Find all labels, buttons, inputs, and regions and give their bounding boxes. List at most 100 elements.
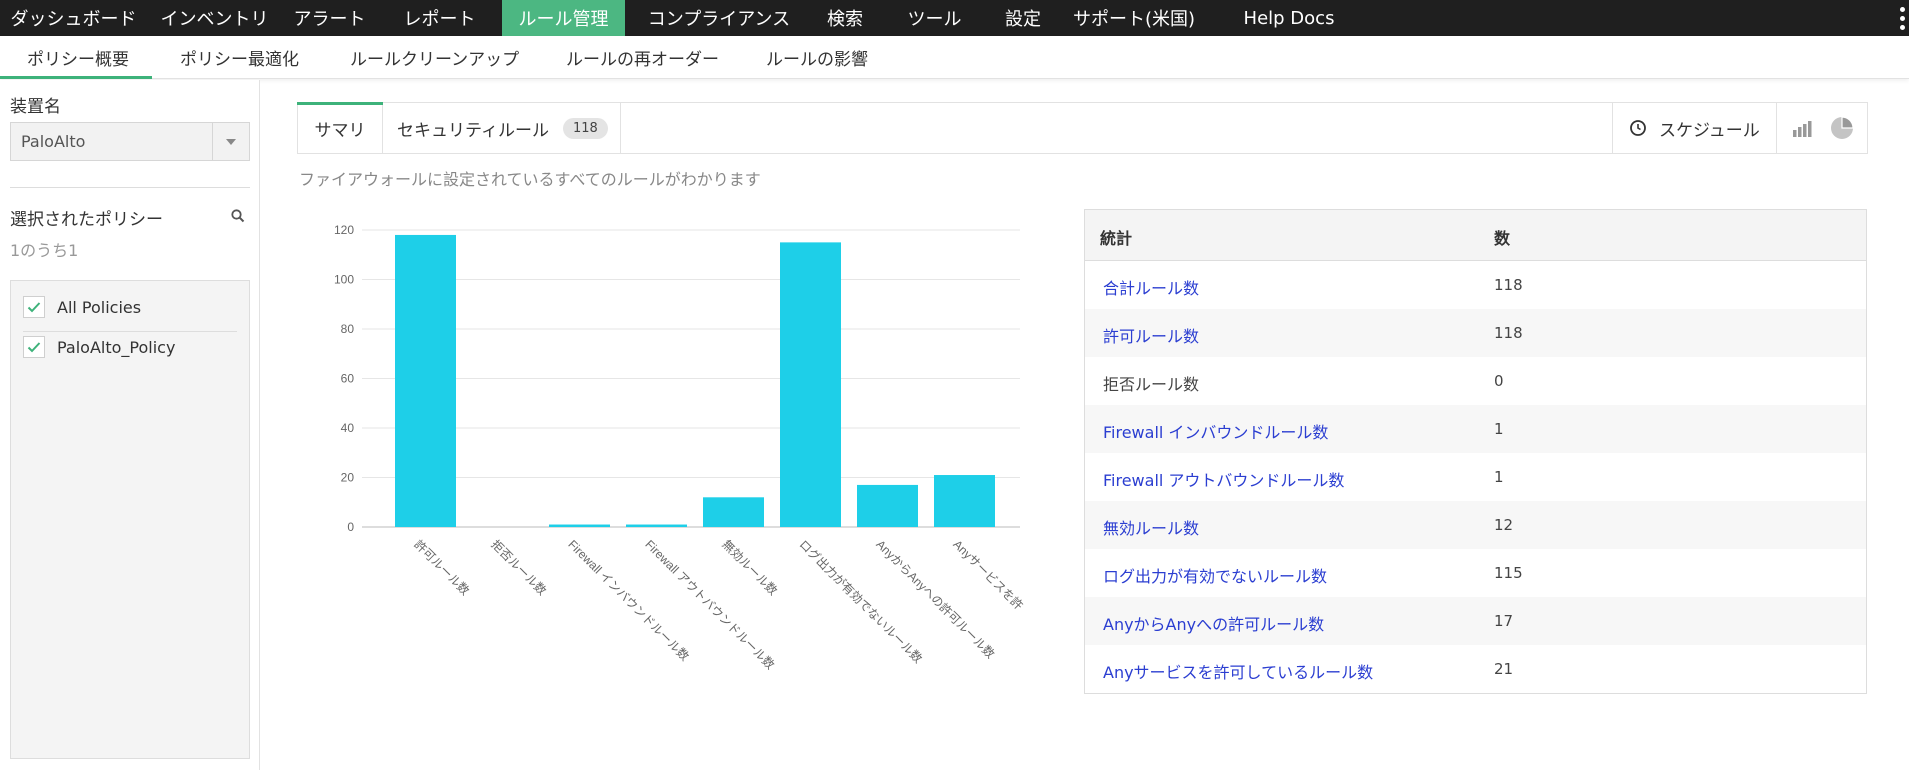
table-row: 無効ルール数 12 <box>1085 501 1866 549</box>
tab-summary[interactable]: サマリ <box>297 102 383 153</box>
policy-list: All Policies PaloAlto_Policy <box>10 280 250 759</box>
nav-inventory[interactable]: インベントリ <box>147 0 282 36</box>
x-tick-label: Firewall インバウンドルール数 <box>565 537 692 664</box>
subnav-rule-cleanup[interactable]: ルールクリーンアップ <box>350 36 519 79</box>
tab-security-rules[interactable]: セキュリティルール 118 <box>383 103 621 153</box>
nav-search[interactable]: 検索 <box>813 0 877 36</box>
y-tick-label: 20 <box>341 471 355 485</box>
table-row: ログ出力が有効でないルール数 115 <box>1085 549 1866 597</box>
subnav-rule-impact[interactable]: ルールの影響 <box>766 36 868 79</box>
bar <box>934 475 995 527</box>
policy-separator <box>23 331 237 332</box>
nav-alerts[interactable]: アラート <box>282 0 377 36</box>
subnav-policy-optimization[interactable]: ポリシー最適化 <box>180 36 299 79</box>
stat-link[interactable]: 許可ルール数 <box>1103 323 1199 347</box>
nav-settings[interactable]: 設定 <box>992 0 1054 36</box>
policy-item-all[interactable]: All Policies <box>23 295 141 319</box>
tab-security-rules-label: セキュリティルール <box>397 120 549 141</box>
x-tick-label: ログ出力が有効でないルール数 <box>796 537 925 666</box>
checkmark-icon <box>27 342 41 353</box>
stat-name: 拒否ルール数 <box>1103 375 1200 394</box>
nav-dashboard[interactable]: ダッシュボード <box>0 0 147 36</box>
bar <box>395 234 456 527</box>
table-row: 拒否ルール数 0 <box>1085 357 1866 405</box>
bar <box>549 524 610 527</box>
stat-link[interactable]: AnyからAnyへの許可ルール数 <box>1103 611 1324 635</box>
x-tick-label: 拒否ルール数 <box>488 537 550 599</box>
schedule-button[interactable]: スケジュール <box>1612 103 1776 153</box>
y-tick-label: 80 <box>341 322 355 336</box>
stat-link[interactable]: Anyサービスを許可しているルール数 <box>1103 659 1373 683</box>
sub-navigation: ポリシー概要 ポリシー最適化 ルールクリーンアップ ルールの再オーダー ルールの… <box>0 36 1909 79</box>
stat-value: 1 <box>1494 468 1504 486</box>
policy-item-label: All Policies <box>57 297 142 317</box>
pie-chart-icon[interactable] <box>1830 116 1854 140</box>
stat-link[interactable]: ログ出力が有効でないルール数 <box>1103 563 1327 587</box>
sidebar-divider <box>10 187 250 188</box>
y-tick-label: 0 <box>347 520 354 534</box>
x-tick-label: 許可ルール数 <box>411 537 473 599</box>
content-tabs: サマリ セキュリティルール 118 スケジュール <box>297 102 1868 154</box>
nav-reports[interactable]: レポート <box>377 0 502 36</box>
stat-value: 118 <box>1494 276 1523 294</box>
nav-tools[interactable]: ツール <box>877 0 992 36</box>
bar-chart-icon[interactable] <box>1792 119 1816 137</box>
checkbox[interactable] <box>23 296 45 318</box>
stat-link[interactable]: 無効ルール数 <box>1103 515 1199 539</box>
table-row: Firewall アウトバウンドルール数 1 <box>1085 453 1866 501</box>
stat-value: 17 <box>1494 612 1514 630</box>
table-row: AnyからAnyへの許可ルール数 17 <box>1085 597 1866 645</box>
bar <box>857 484 918 527</box>
selected-policy-label: 選択されたポリシー <box>10 210 163 230</box>
column-header-count: 数 <box>1494 229 1511 248</box>
device-select-value: PaloAlto <box>21 132 86 151</box>
stat-value: 115 <box>1494 564 1523 582</box>
bar <box>626 524 687 527</box>
view-toggles <box>1776 103 1868 153</box>
active-subnav-indicator <box>0 76 152 79</box>
nav-support[interactable]: サポート(米国) <box>1054 0 1214 36</box>
chevron-down-icon[interactable] <box>212 123 249 160</box>
count-badge: 118 <box>562 117 608 139</box>
stat-value: 1 <box>1494 420 1504 438</box>
stat-link[interactable]: Firewall アウトバウンドルール数 <box>1103 467 1344 491</box>
stat-value: 21 <box>1494 660 1514 678</box>
y-tick-label: 40 <box>341 421 355 435</box>
bar <box>703 497 764 527</box>
checkbox[interactable] <box>23 336 45 358</box>
policy-count: 1のうち1 <box>10 241 79 260</box>
sidebar: 装置名 PaloAlto 選択されたポリシー 1のうち1 All Policie… <box>0 80 260 770</box>
table-row: 合計ルール数 118 <box>1085 261 1866 309</box>
nav-rule-management[interactable]: ルール管理 <box>502 0 625 36</box>
y-tick-label: 100 <box>334 273 354 287</box>
device-select[interactable]: PaloAlto <box>10 122 250 161</box>
x-tick-label: Anyサービスを許 <box>950 537 1025 612</box>
subnav-rule-reorder[interactable]: ルールの再オーダー <box>566 36 719 79</box>
top-navigation: ダッシュボード インベントリ アラート レポート ルール管理 コンプライアンス … <box>0 0 1909 36</box>
bar <box>780 242 841 527</box>
table-row: Firewall インバウンドルール数 1 <box>1085 405 1866 453</box>
stats-table: 統計 数 合計ルール数 118 許可ルール数 118 拒否ルール数 0 Fire… <box>1084 209 1867 694</box>
table-row: Anyサービスを許可しているルール数 21 <box>1085 645 1866 693</box>
stat-link[interactable]: Firewall インバウンドルール数 <box>1103 419 1328 443</box>
subnav-policy-overview[interactable]: ポリシー概要 <box>27 36 129 79</box>
column-header-stat: 統計 <box>1100 229 1133 248</box>
rule-bar-chart: 0 20 40 60 80 100 120 許可ルール数 拒否ルール数 Firewall インバウ… <box>334 223 1026 673</box>
stat-value: 0 <box>1494 372 1504 390</box>
table-row: 許可ルール数 118 <box>1085 309 1866 357</box>
stat-value: 12 <box>1494 516 1514 534</box>
device-name-label: 装置名 <box>10 97 61 117</box>
y-tick-label: 120 <box>334 223 354 237</box>
y-tick-label: 60 <box>341 372 355 386</box>
page-description: ファイアウォールに設定されているすべてのルールがわかります <box>299 170 761 189</box>
stat-value: 118 <box>1494 324 1523 342</box>
nav-help-docs[interactable]: Help Docs <box>1214 0 1364 36</box>
nav-compliance[interactable]: コンプライアンス <box>625 0 813 36</box>
stat-link[interactable]: 合計ルール数 <box>1103 275 1199 299</box>
kebab-menu-icon[interactable] <box>1897 0 1907 36</box>
policy-item-paloalto[interactable]: PaloAlto_Policy <box>23 335 175 359</box>
x-tick-label: Firewall アウトバウンドルール数 <box>642 537 778 673</box>
table-header: 統計 数 <box>1085 210 1866 261</box>
search-icon[interactable] <box>230 208 246 224</box>
schedule-label: スケジュール <box>1659 120 1760 141</box>
